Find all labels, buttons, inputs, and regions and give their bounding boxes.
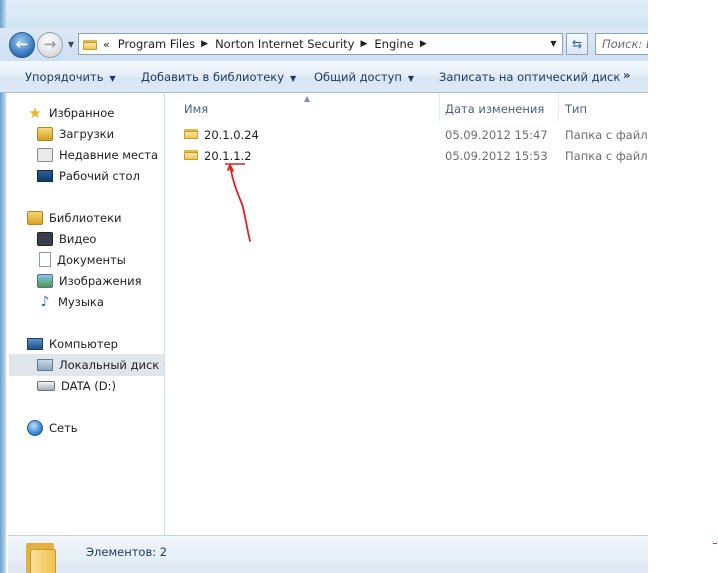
column-divider[interactable]: [439, 94, 440, 121]
nav-computer[interactable]: Компьютер: [27, 334, 118, 354]
file-list: ▲ Имя Дата изменения Тип 20.1.0.24 05.09…: [166, 94, 648, 535]
nav-favorites[interactable]: ★ Избранное: [27, 103, 114, 123]
chevron-right-icon[interactable]: ▶: [201, 39, 208, 49]
network-icon: [27, 419, 43, 436]
downloads-folder-icon: [37, 126, 53, 141]
nav-video[interactable]: Видео: [37, 229, 96, 249]
forward-button[interactable]: →: [37, 32, 63, 58]
more-commands-button[interactable]: »: [623, 68, 630, 82]
navigation-pane: ★ Избранное Загрузки Недавние места Рабоч…: [8, 94, 165, 535]
sort-ascending-icon: ▲: [304, 94, 311, 103]
nav-recent-places[interactable]: Недавние места: [37, 145, 158, 165]
nav-music[interactable]: ♪ Музыка: [38, 292, 104, 312]
folder-icon: [184, 149, 198, 160]
chevron-down-icon: ▼: [290, 74, 297, 83]
command-bar: Упорядочить ▼ Добавить в библиотеку ▼ Общи…: [0, 61, 648, 93]
column-header-type[interactable]: Тип: [565, 99, 587, 119]
nav-favorites-label: Избранное: [49, 106, 115, 120]
column-header-name[interactable]: Имя: [184, 99, 208, 119]
computer-icon: [27, 337, 43, 350]
column-header-date[interactable]: Дата изменения: [445, 99, 544, 119]
star-icon: ★: [28, 103, 42, 122]
pictures-icon: [37, 273, 53, 288]
file-type: Папка с файла: [565, 128, 648, 142]
file-date: 05.09.2012 15:53: [445, 149, 548, 163]
items-count: Элементов: 2: [86, 545, 168, 559]
video-icon: [37, 231, 53, 246]
organize-button[interactable]: Упорядочить ▼: [25, 70, 116, 84]
nav-documents-label: Документы: [57, 253, 126, 267]
nav-downloads-label: Загрузки: [59, 127, 115, 141]
breadcrumb-engine[interactable]: Engine: [374, 37, 413, 51]
nav-local-disk-c[interactable]: Локальный диск (C: [37, 355, 165, 375]
add-to-library-button[interactable]: Добавить в библиотеку ▼: [141, 70, 296, 84]
breadcrumb-program-files[interactable]: Program Files: [118, 37, 195, 51]
file-name: 20.1.0.24: [204, 128, 259, 142]
desktop-icon: [37, 169, 53, 182]
burn-button[interactable]: Записать на оптический диск: [439, 70, 620, 84]
add-to-library-label: Добавить в библиотеку: [141, 70, 285, 84]
recent-pages-dropdown[interactable]: ▼: [66, 40, 76, 50]
nav-network-label: Сеть: [49, 421, 78, 435]
annotation-mark: [713, 543, 717, 544]
breadcrumb-overflow[interactable]: «: [103, 38, 110, 51]
nav-video-label: Видео: [59, 232, 97, 246]
nav-desktop[interactable]: Рабочий стол: [37, 166, 140, 186]
file-date: 05.09.2012 15:47: [445, 128, 548, 142]
nav-pictures[interactable]: Изображения: [37, 271, 142, 291]
share-label: Общий доступ: [314, 70, 402, 84]
nav-pictures-label: Изображения: [59, 274, 142, 288]
nav-documents[interactable]: Документы: [39, 250, 126, 270]
system-drive-icon: [37, 358, 53, 371]
libraries-icon: [27, 210, 43, 225]
nav-desktop-label: Рабочий стол: [59, 169, 140, 183]
document-icon: [39, 252, 51, 267]
folder-icon: [26, 543, 56, 573]
folder-icon: [184, 128, 198, 139]
column-divider[interactable]: [558, 94, 559, 121]
search-input[interactable]: Поиск: E: [595, 33, 648, 55]
back-button[interactable]: ←: [9, 32, 35, 58]
music-note-icon: ♪: [40, 293, 50, 310]
chevron-right-icon[interactable]: ▶: [420, 39, 427, 49]
drive-icon: [37, 380, 55, 391]
file-row[interactable]: 20.1.0.24 05.09.2012 15:47 Папка с файла: [184, 125, 648, 145]
chevron-down-icon: ▼: [109, 74, 116, 83]
nav-local-disk-c-label: Локальный диск (C: [59, 358, 165, 372]
nav-downloads[interactable]: Загрузки: [37, 124, 114, 144]
nav-computer-label: Компьютер: [49, 337, 118, 351]
chevron-down-icon: ▼: [407, 74, 415, 83]
explorer-window: ← → ▼ « Program Files ▶ Norton Internet …: [0, 0, 648, 573]
organize-label: Упорядочить: [25, 70, 104, 84]
nav-libraries[interactable]: Библиотеки: [27, 208, 122, 228]
title-bar: [0, 0, 648, 30]
breadcrumb-norton[interactable]: Norton Internet Security: [215, 37, 354, 51]
recent-places-icon: [37, 147, 53, 162]
share-button[interactable]: Общий доступ ▼: [314, 70, 414, 84]
refresh-button[interactable]: ⇆: [566, 33, 588, 55]
chevron-right-icon[interactable]: ▶: [360, 39, 367, 49]
nav-libraries-label: Библиотеки: [49, 211, 122, 225]
nav-music-label: Музыка: [58, 295, 104, 309]
annotation-arrow: [225, 162, 251, 242]
nav-network[interactable]: Сеть: [27, 418, 78, 438]
nav-data-d-label: DATA (D:): [61, 379, 116, 393]
address-bar[interactable]: « Program Files ▶ Norton Internet Securi…: [78, 33, 563, 55]
folder-icon: [83, 39, 97, 50]
nav-data-d[interactable]: DATA (D:): [37, 376, 116, 396]
file-type: Папка с файла: [565, 149, 648, 163]
status-bar: Элементов: 2: [8, 535, 648, 573]
nav-recent-places-label: Недавние места: [59, 148, 159, 162]
address-dropdown-icon[interactable]: ▼: [545, 34, 562, 54]
